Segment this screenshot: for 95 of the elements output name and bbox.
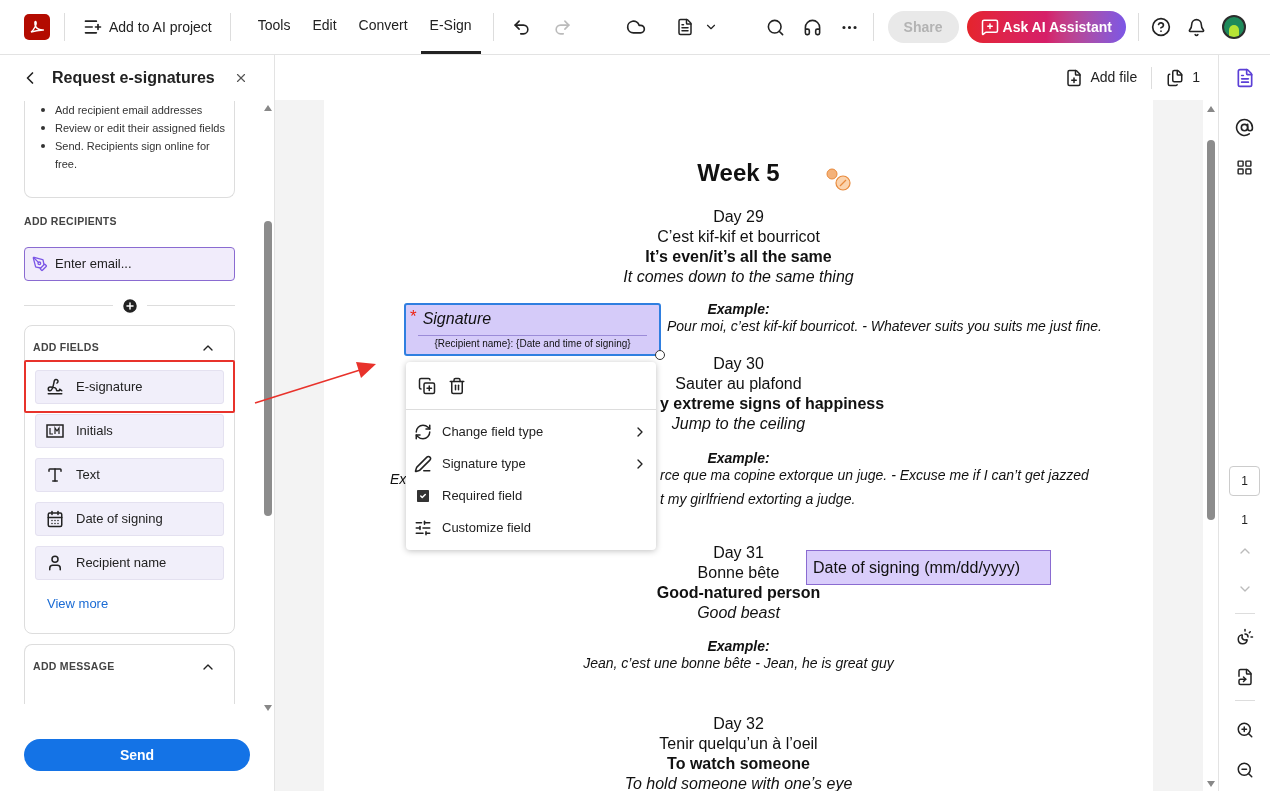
field-type-button[interactable]: Recipient name bbox=[35, 545, 225, 580]
initials-icon bbox=[46, 423, 64, 438]
instruction-step: Send. Recipients sign online for free. bbox=[55, 137, 231, 173]
person-icon bbox=[46, 553, 64, 572]
file-plus-icon bbox=[1064, 68, 1083, 87]
document-text: It’s even/it’s all the same bbox=[645, 247, 832, 267]
theme-icon[interactable] bbox=[1235, 628, 1254, 646]
app-logo[interactable] bbox=[24, 14, 50, 40]
resize-handle[interactable] bbox=[655, 350, 665, 360]
duplicate-icon[interactable] bbox=[418, 376, 436, 395]
signature-label: Signature bbox=[422, 309, 492, 329]
scrollbar[interactable] bbox=[1203, 100, 1218, 791]
grid-icon[interactable] bbox=[1236, 159, 1253, 176]
help-icon[interactable] bbox=[1151, 17, 1171, 37]
menu-item[interactable]: Required field bbox=[406, 480, 656, 512]
menu-tab[interactable]: Convert bbox=[349, 0, 417, 54]
undo-icon[interactable] bbox=[511, 17, 531, 37]
menu-item[interactable]: Customize field bbox=[406, 512, 656, 544]
document-title: Week 5 bbox=[697, 159, 780, 187]
document-text: t my girlfriend extorting a judge. bbox=[660, 491, 856, 508]
page-count: 1 bbox=[1192, 68, 1200, 87]
signature-icon bbox=[46, 377, 64, 396]
view-more-link[interactable]: View more bbox=[47, 593, 235, 614]
zoom-in-icon[interactable] bbox=[1235, 721, 1254, 739]
coins-icon bbox=[824, 166, 854, 194]
page-number-field[interactable]: 1 bbox=[1229, 466, 1260, 496]
document-text: It comes down to the same thing bbox=[623, 267, 854, 287]
checkbox[interactable] bbox=[414, 487, 432, 505]
add-to-ai-project-button[interactable]: Add to AI project bbox=[79, 16, 212, 38]
example-label: Example: bbox=[707, 450, 770, 467]
pages-icon[interactable] bbox=[1166, 68, 1185, 87]
pen-icon bbox=[32, 255, 48, 272]
cloud-icon[interactable] bbox=[625, 17, 646, 37]
instruction-step: Add recipient email addresses bbox=[55, 101, 203, 119]
field-type-button[interactable]: E-signature bbox=[35, 369, 225, 404]
delete-icon[interactable] bbox=[448, 376, 466, 395]
document-icon[interactable] bbox=[675, 18, 694, 36]
menu-item[interactable]: Signature type bbox=[406, 448, 656, 480]
example-label: Example: bbox=[707, 301, 770, 318]
pen-icon bbox=[414, 455, 432, 473]
document-text: Ex bbox=[390, 471, 407, 487]
document-text: C’est kif-kif et bourricot bbox=[657, 227, 820, 247]
document-text: Good-natured person bbox=[656, 583, 821, 603]
calendar-icon bbox=[46, 509, 64, 528]
zoom-out-icon[interactable] bbox=[1235, 761, 1254, 779]
search-icon[interactable] bbox=[765, 17, 785, 37]
ask-ai-assistant-button[interactable]: Ask AI Assistant bbox=[966, 11, 1126, 43]
example-text: Jean, c’est une bonne bête - Jean, he is great guy bbox=[583, 655, 894, 672]
date-field[interactable]: Date of signing (mm/dd/yyyy) bbox=[806, 550, 1051, 585]
refresh-icon bbox=[414, 423, 432, 441]
redo-icon bbox=[552, 17, 572, 37]
document-text: Day 29 bbox=[713, 207, 764, 227]
document-text: Bonne bête bbox=[697, 563, 780, 583]
document-text: Day 32 bbox=[713, 714, 764, 734]
field-type-button[interactable]: Initials bbox=[35, 413, 225, 448]
document-text: Day 31 bbox=[713, 543, 764, 563]
bullet-icon bbox=[41, 144, 45, 148]
document-text: Tenir quelqu’un à l’oeil bbox=[659, 734, 818, 754]
comment-icon[interactable] bbox=[1235, 118, 1254, 137]
add-icon[interactable] bbox=[120, 296, 139, 315]
sliders-icon bbox=[414, 519, 432, 537]
document-text: y extreme signs of happiness bbox=[660, 394, 885, 414]
section-heading: ADD RECIPIENTS bbox=[24, 214, 118, 229]
add-file-button[interactable]: Add file bbox=[1064, 67, 1138, 88]
document-text: Jump to the ceiling bbox=[671, 414, 806, 434]
example-label: Example: bbox=[707, 638, 770, 655]
headphones-icon[interactable] bbox=[802, 17, 822, 37]
page-fit-icon[interactable] bbox=[1235, 668, 1254, 686]
send-button[interactable]: Send bbox=[24, 739, 250, 771]
avatar[interactable] bbox=[1222, 15, 1246, 39]
section-heading: ADD FIELDS bbox=[33, 339, 99, 355]
document-text: To watch someone bbox=[667, 754, 810, 774]
bullet-icon bbox=[41, 126, 45, 130]
notification-icon[interactable] bbox=[1187, 17, 1206, 37]
document-text: rce que ma copine extorque un juge. - Excuse me if I can’t get jazzed bbox=[660, 467, 1089, 485]
panel-title: Request e-signatures bbox=[52, 68, 215, 88]
menu-tab[interactable]: Edit bbox=[303, 0, 346, 54]
field-type-button[interactable]: Date of signing bbox=[35, 501, 225, 536]
instruction-step: Review or edit their assigned fields bbox=[55, 119, 225, 137]
document-text: Good beast bbox=[697, 603, 780, 623]
email-field[interactable]: Enter email... bbox=[24, 246, 236, 281]
document-text: Sauter au plafond bbox=[675, 374, 802, 394]
required-asterisk: * bbox=[410, 307, 417, 327]
bullet-icon bbox=[41, 108, 45, 112]
document-text: Day 30 bbox=[713, 354, 764, 374]
menu-tab[interactable]: Tools bbox=[248, 0, 300, 54]
example-text: Pour moi, c’est kif-kif bourricot. - Whatever suits you suits me just fine. bbox=[667, 318, 1102, 335]
signature-caption: {Recipient name}: {Date and time of signing} bbox=[434, 337, 631, 351]
text-icon bbox=[46, 465, 64, 484]
section-heading: ADD MESSAGE bbox=[33, 659, 115, 675]
field-type-button[interactable]: Text bbox=[35, 457, 225, 492]
close-icon[interactable] bbox=[234, 71, 248, 85]
total-pages: 1 bbox=[1241, 512, 1248, 529]
menu-item[interactable]: Change field type bbox=[406, 416, 656, 448]
list-plus-icon bbox=[83, 17, 103, 37]
